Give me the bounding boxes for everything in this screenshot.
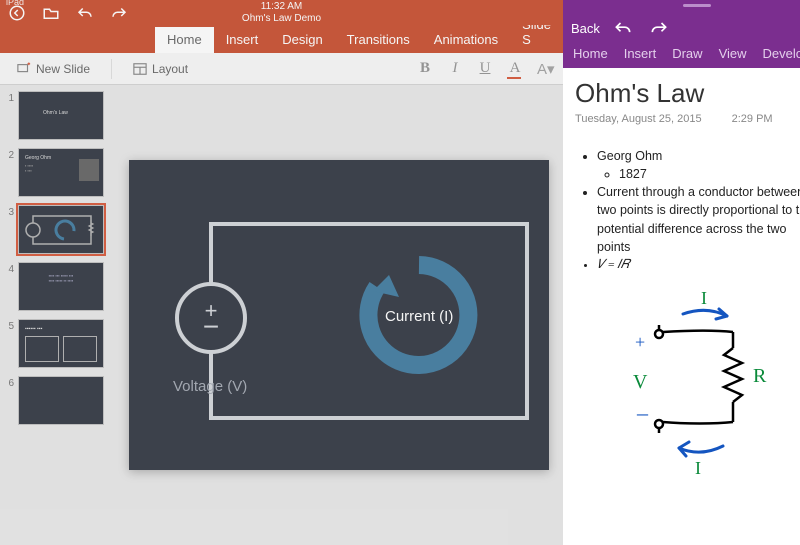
back-icon[interactable]	[6, 3, 28, 23]
page-title[interactable]: Ohm's Law	[575, 78, 800, 109]
slide-thumb-6[interactable]	[18, 376, 104, 425]
undo-icon[interactable]	[610, 16, 636, 40]
tab-transitions[interactable]: Transitions	[335, 27, 422, 53]
redo-icon[interactable]	[646, 16, 672, 40]
layout-label: Layout	[152, 62, 188, 76]
current-label: Current (I)	[385, 308, 453, 325]
slide-thumb-3[interactable]	[18, 205, 104, 254]
tab-insert[interactable]: Insert	[214, 27, 271, 53]
bullet-georg: Georg Ohm	[597, 149, 662, 163]
new-slide-icon	[17, 62, 31, 76]
on-tab-home[interactable]: Home	[573, 46, 608, 64]
layout-button[interactable]: Layout	[126, 58, 195, 80]
on-tab-insert[interactable]: Insert	[624, 46, 657, 64]
status-bar: iPad 11:32 AM Ohm's Law Demo	[0, 0, 563, 25]
powerpoint-pane: iPad 11:32 AM Ohm's Law Demo	[0, 0, 563, 545]
on-tab-view[interactable]: View	[719, 46, 747, 64]
onenote-pane: Back Home Insert Draw View Developer Ohm…	[563, 0, 800, 545]
thumb2-title: Georg Ohm	[25, 155, 51, 161]
back-button[interactable]: Back	[571, 21, 600, 36]
redo-icon[interactable]	[108, 3, 130, 23]
voltage-source: + −	[175, 282, 247, 354]
thumb-number: 2	[4, 148, 14, 161]
onenote-toolbar: Back	[563, 0, 800, 44]
page-time: 2:29 PM	[732, 113, 773, 125]
voltage-label: Voltage (V)	[173, 378, 247, 395]
minus-icon: −	[203, 320, 219, 334]
slide-thumb-1[interactable]: Ohm's Law	[18, 91, 104, 140]
new-slide-button[interactable]: New Slide	[10, 58, 97, 80]
thumb-number: 6	[4, 376, 14, 389]
thumb-number: 5	[4, 319, 14, 332]
ink-minus: –	[636, 400, 649, 425]
slide-thumb-2[interactable]: Georg Ohm ▪ ▪▪▪▪▪ ▪▪▪	[18, 148, 104, 197]
slide-thumb-5[interactable]: ▪▪▪▪▪▪ ▪▪▪	[18, 319, 104, 368]
tab-animations[interactable]: Animations	[422, 27, 510, 53]
ribbon-tabs: Home Insert Design Transitions Animation…	[0, 25, 563, 53]
file-icon[interactable]	[40, 3, 62, 23]
slide-thumbnails: 1 Ohm's Law 2 Georg Ohm ▪ ▪▪▪▪▪ ▪▪▪ 3	[0, 85, 115, 545]
ink-V: V	[633, 371, 648, 393]
drag-handle-icon[interactable]	[683, 4, 711, 7]
page-date: Tuesday, August 25, 2015	[575, 113, 702, 125]
onenote-page[interactable]: Ohm's Law Tuesday, August 25, 2015 2:29 …	[563, 68, 800, 545]
ribbon: New Slide Layout B I U A A▾	[0, 53, 563, 85]
thumb2-body: ▪ ▪▪▪▪▪ ▪▪▪	[25, 163, 33, 173]
ink-I-top: I	[701, 288, 707, 308]
new-slide-label: New Slide	[36, 62, 90, 76]
ink-circuit-sketch: I	[605, 288, 785, 488]
ink-plus: +	[635, 332, 645, 352]
ink-I-bot: I	[695, 458, 701, 478]
thumb-number: 4	[4, 262, 14, 275]
font-color-button[interactable]: A	[507, 60, 523, 78]
bullet-year: 1827	[619, 165, 800, 183]
on-tab-draw[interactable]: Draw	[672, 46, 702, 64]
tab-home[interactable]: Home	[155, 27, 214, 53]
slide-thumb-4[interactable]: ▪▪▪▪ ▪▪▪ ▪▪▪▪▪ ▪▪▪▪▪▪▪ ▪▪▪▪▪ ▪▪ ▪▪▪▪	[18, 262, 104, 311]
onenote-tabs: Home Insert Draw View Developer	[563, 44, 800, 68]
on-tab-developer[interactable]: Developer	[763, 46, 800, 64]
note-body[interactable]: Georg Ohm 1827 Current through a conduct…	[575, 147, 800, 274]
slide-canvas[interactable]: + − Current (I) Voltage (V)	[115, 85, 563, 545]
text-format-group: B I U A A▾	[417, 60, 553, 78]
undo-icon[interactable]	[74, 3, 96, 23]
bullet-definition: Current through a conductor between two …	[597, 183, 800, 256]
thumb3-circuit	[19, 206, 104, 254]
thumb4-body: ▪▪▪▪ ▪▪▪ ▪▪▪▪▪ ▪▪▪▪▪▪▪ ▪▪▪▪▪ ▪▪ ▪▪▪▪	[27, 273, 95, 283]
separator	[111, 59, 112, 79]
bold-button[interactable]: B	[417, 60, 433, 78]
layout-icon	[133, 62, 147, 76]
thumb1-title: Ohm's Law	[43, 110, 68, 116]
ink-R: R	[753, 365, 767, 387]
thumb-number: 3	[4, 205, 14, 218]
thumb5-title: ▪▪▪▪▪▪ ▪▪▪	[25, 326, 42, 332]
underline-button[interactable]: U	[477, 60, 493, 78]
italic-button[interactable]: I	[447, 60, 463, 78]
tab-design[interactable]: Design	[270, 27, 334, 53]
more-format-icon[interactable]: A▾	[537, 60, 553, 78]
thumb-number: 1	[4, 91, 14, 104]
bullet-equation: 𝑉 = 𝐼𝑅	[597, 256, 800, 274]
slide-3: + − Current (I) Voltage (V)	[129, 160, 549, 470]
